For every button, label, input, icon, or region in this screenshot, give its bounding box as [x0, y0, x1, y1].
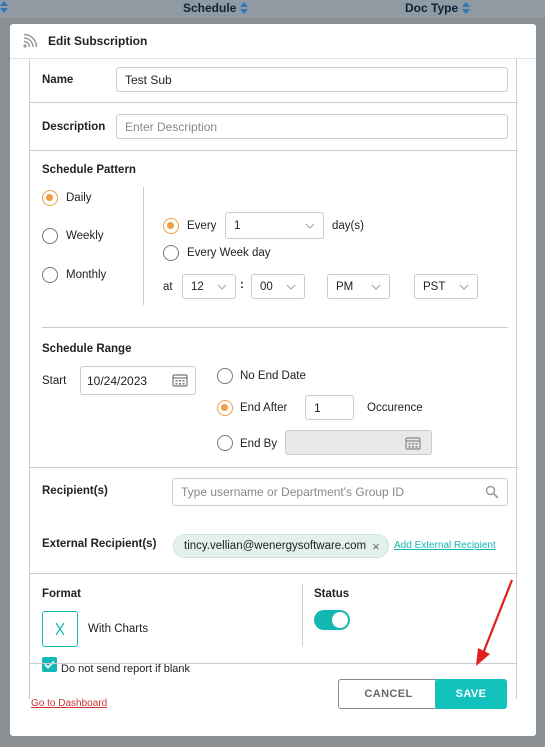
recipient-chip: tincy.vellian@wenergysoftware.com × [173, 534, 389, 558]
blank-report-label: Do not send report if blank [61, 663, 191, 675]
timezone-select[interactable]: PST [414, 274, 478, 299]
modal-header: Edit Subscription [10, 24, 536, 59]
description-label: Description [42, 121, 106, 133]
ampm-value: PM [336, 280, 354, 293]
column-header-doc-type[interactable]: Doc Type [405, 1, 471, 15]
end-after-label: End After [240, 402, 288, 414]
radio-weekly[interactable] [42, 228, 58, 244]
description-input[interactable]: Enter Description [116, 114, 508, 139]
cancel-button[interactable]: CANCEL [338, 679, 439, 709]
schedule-range-label: Schedule Range [42, 343, 132, 355]
sort-icon[interactable] [0, 1, 8, 13]
chevron-down-icon [217, 284, 227, 290]
name-label: Name [42, 74, 74, 86]
recipients-input[interactable]: Type username or Department's Group ID [172, 478, 508, 506]
divider [30, 150, 518, 151]
divider [30, 573, 518, 574]
radio-monthly-label: Monthly [66, 269, 107, 281]
close-icon[interactable]: × [372, 539, 380, 554]
radio-every[interactable] [163, 218, 179, 234]
recipients-label: Recipient(s) [42, 485, 108, 497]
background-table-header: Schedule Doc Type [0, 0, 545, 18]
chevron-down-icon [371, 284, 381, 290]
blank-report-checkbox[interactable] [42, 657, 57, 672]
go-to-dashboard-link[interactable]: Go to Dashboard [31, 698, 107, 709]
add-external-recipient-link[interactable]: Add External Recipient [394, 540, 496, 551]
radio-daily-label: Daily [66, 192, 92, 204]
sort-arrows-icon [240, 2, 249, 14]
name-input[interactable]: Test Sub [116, 67, 508, 92]
hour-value: 12 [191, 280, 204, 293]
format-label: Format [42, 588, 81, 600]
minute-select[interactable]: 00 [251, 274, 305, 299]
sort-arrows-icon [462, 2, 471, 14]
radio-daily[interactable] [42, 190, 58, 206]
radio-weekly-label: Weekly [66, 230, 104, 242]
annotation-arrow-icon [476, 579, 514, 666]
start-label: Start [42, 375, 67, 387]
sort-arrows-icon [0, 1, 8, 13]
time-separator: : [240, 279, 244, 291]
search-icon[interactable] [485, 485, 499, 499]
edit-subscription-modal: Edit Subscription Name Test Sub Descript… [10, 24, 536, 736]
divider [30, 102, 518, 103]
every-label: Every [187, 220, 217, 232]
occurence-label: Occurence [367, 402, 423, 414]
recipient-chip-email: tincy.vellian@wenergysoftware.com [184, 540, 367, 552]
end-after-input[interactable]: 1 [305, 395, 354, 420]
column-header-schedule[interactable]: Schedule [183, 1, 249, 15]
divider-vertical [143, 187, 144, 305]
radio-end-after[interactable] [217, 400, 233, 416]
calendar-icon[interactable] [405, 436, 421, 450]
minute-value: 00 [260, 280, 273, 293]
save-button[interactable]: SAVE [435, 679, 507, 709]
radio-end-by[interactable] [217, 435, 233, 451]
divider-vertical [302, 584, 303, 646]
status-toggle[interactable] [314, 610, 350, 630]
start-date-value: 10/24/2023 [87, 373, 148, 388]
divider [30, 467, 518, 468]
external-recipients-label: External Recipient(s) [42, 538, 157, 550]
hour-select[interactable]: 12 [182, 274, 236, 299]
calendar-icon[interactable] [172, 373, 188, 387]
no-end-date-label: No End Date [240, 370, 306, 382]
form-frame: Name Test Sub Description Enter Descript… [29, 59, 518, 699]
chevron-down-icon [459, 284, 469, 290]
ampm-select[interactable]: PM [327, 274, 390, 299]
column-header-label: Doc Type [405, 1, 459, 15]
chevron-down-icon [286, 284, 296, 290]
divider [42, 327, 508, 328]
end-by-label: End By [240, 438, 278, 450]
at-label: at [163, 281, 173, 293]
every-days-value: 1 [234, 219, 241, 232]
radio-every-week-day[interactable] [163, 245, 179, 261]
modal-title: Edit Subscription [48, 34, 148, 48]
with-charts-label: With Charts [88, 623, 149, 635]
every-unit-label: day(s) [332, 220, 364, 232]
every-days-select[interactable]: 1 [225, 212, 324, 239]
checkmark-icon [44, 660, 55, 669]
chart-icon [55, 622, 65, 636]
rss-icon [23, 33, 38, 48]
with-charts-option[interactable] [42, 611, 78, 647]
footer-divider [29, 663, 517, 664]
every-week-day-label: Every Week day [187, 247, 271, 259]
chevron-down-icon [305, 223, 315, 229]
timezone-value: PST [423, 280, 446, 293]
radio-no-end-date[interactable] [217, 368, 233, 384]
status-label: Status [314, 588, 350, 600]
column-header-label: Schedule [183, 1, 237, 15]
radio-monthly[interactable] [42, 267, 58, 283]
schedule-pattern-label: Schedule Pattern [42, 164, 136, 176]
